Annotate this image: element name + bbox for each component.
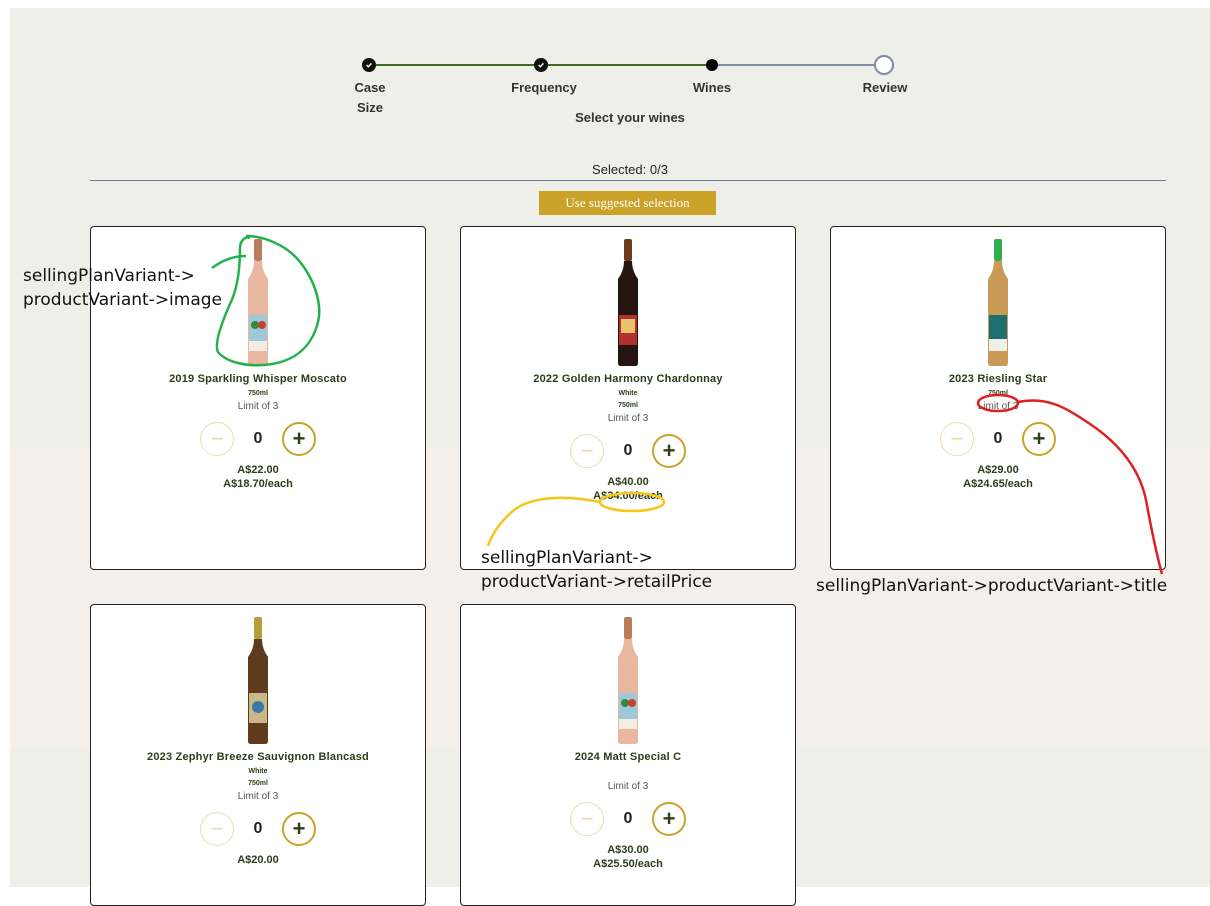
- divider: [90, 180, 1166, 181]
- quantity-stepper: − 0 +: [831, 422, 1165, 456]
- minus-icon: −: [210, 816, 224, 841]
- product-card: 2024 Matt Special C Limit of 3 − 0 + A$3…: [460, 604, 796, 906]
- quantity-value: 0: [623, 810, 633, 827]
- minus-icon: −: [580, 806, 594, 831]
- quantity-value: 0: [623, 442, 633, 459]
- product-title: 2023 Riesling Star: [948, 373, 1048, 385]
- step-subtitle: Select your wines: [575, 110, 685, 125]
- retail-price: A$20.00: [237, 854, 279, 866]
- decrease-quantity-button[interactable]: −: [570, 434, 604, 468]
- step-connector: [376, 64, 534, 66]
- product-limit: Limit of 3: [607, 781, 649, 792]
- price-each: A$34.00/each: [593, 490, 663, 502]
- step-frequency-check-icon[interactable]: [534, 58, 548, 72]
- product-limit: Limit of 3: [237, 401, 279, 412]
- decrease-quantity-button[interactable]: −: [200, 422, 234, 456]
- quantity-value: 0: [253, 820, 263, 837]
- increase-quantity-button[interactable]: +: [282, 422, 316, 456]
- product-card: 2022 Golden Harmony Chardonnay White 750…: [460, 226, 796, 570]
- product-title: 2023 Zephyr Breeze Sauvignon Blancasd: [147, 751, 369, 763]
- price-each: A$24.65/each: [963, 478, 1033, 490]
- product-size: 750ml: [248, 390, 268, 397]
- step-label-line: Size: [356, 100, 383, 115]
- quantity-stepper: − 0 +: [461, 434, 795, 468]
- use-suggested-selection-button[interactable]: Use suggested selection: [539, 191, 716, 215]
- decrease-quantity-button[interactable]: −: [200, 812, 234, 846]
- selected-count: Selected: 0/3: [592, 162, 668, 177]
- product-card: 2023 Riesling Star 750ml Limit of 3 − 0 …: [830, 226, 1166, 570]
- increase-quantity-button[interactable]: +: [652, 802, 686, 836]
- product-size: 750ml: [248, 780, 268, 787]
- annotation-line: sellingPlanVariant->: [23, 266, 195, 286]
- quantity-value: 0: [253, 430, 263, 447]
- plus-icon: +: [292, 816, 306, 841]
- decrease-quantity-button[interactable]: −: [570, 802, 604, 836]
- retail-price: A$22.00: [237, 464, 279, 476]
- annotation-title-label: sellingPlanVariant->productVariant->titl…: [816, 576, 1168, 596]
- decrease-quantity-button[interactable]: −: [940, 422, 974, 456]
- step-wines-current-dot: [706, 59, 718, 71]
- quantity-stepper: − 0 +: [91, 812, 425, 846]
- price-each: A$18.70/each: [223, 478, 293, 490]
- product-title: 2022 Golden Harmony Chardonnay: [533, 373, 723, 385]
- quantity-stepper: − 0 +: [461, 802, 795, 836]
- product-type: White: [618, 390, 638, 397]
- wine-bottle-image: [978, 237, 1018, 367]
- product-card: 2023 Zephyr Breeze Sauvignon Blancasd Wh…: [90, 604, 426, 906]
- annotation-price-label: sellingPlanVariant-> productVariant->ret…: [481, 546, 712, 594]
- wine-bottle-image: [238, 615, 278, 745]
- product-title: 2024 Matt Special C: [574, 751, 682, 763]
- quantity-stepper: − 0 +: [91, 422, 425, 456]
- increase-quantity-button[interactable]: +: [1022, 422, 1056, 456]
- step-connector: [718, 64, 876, 66]
- retail-price: A$29.00: [977, 464, 1019, 476]
- plus-icon: +: [292, 426, 306, 451]
- product-size: 750ml: [988, 390, 1008, 397]
- wine-bottle-image: [608, 237, 648, 367]
- step-case-size-check-icon[interactable]: [362, 58, 376, 72]
- price-each: A$25.50/each: [593, 858, 663, 870]
- product-limit: Limit of 3: [237, 791, 279, 802]
- annotation-line: productVariant->image: [23, 290, 223, 310]
- retail-price: A$30.00: [607, 844, 649, 856]
- step-label-line: Case: [354, 80, 386, 95]
- product-size: 750ml: [618, 402, 638, 409]
- annotation-line: sellingPlanVariant->: [481, 548, 653, 568]
- step-label-case-size[interactable]: Case Size: [340, 78, 400, 118]
- product-limit: Limit of 3: [607, 413, 649, 424]
- retail-price: A$40.00: [607, 476, 649, 488]
- annotation-line: productVariant->retailPrice: [481, 572, 713, 592]
- annotation-image-label: sellingPlanVariant-> productVariant->ima…: [23, 264, 222, 312]
- product-limit: Limit of 3: [977, 401, 1019, 412]
- step-label-frequency[interactable]: Frequency: [494, 78, 594, 98]
- plus-icon: +: [662, 438, 676, 463]
- wine-bottle-image: [608, 615, 648, 745]
- step-connector: [548, 64, 706, 66]
- plus-icon: +: [662, 806, 676, 831]
- step-label-wines[interactable]: Wines: [672, 78, 752, 98]
- step-review-empty-dot: [874, 55, 894, 75]
- increase-quantity-button[interactable]: +: [652, 434, 686, 468]
- increase-quantity-button[interactable]: +: [282, 812, 316, 846]
- minus-icon: −: [210, 426, 224, 451]
- step-label-review[interactable]: Review: [845, 78, 925, 98]
- minus-icon: −: [580, 438, 594, 463]
- plus-icon: +: [1032, 426, 1046, 451]
- minus-icon: −: [950, 426, 964, 451]
- product-title: 2019 Sparkling Whisper Moscato: [169, 373, 347, 385]
- product-type: White: [248, 768, 268, 775]
- wine-bottle-image: [238, 237, 278, 367]
- quantity-value: 0: [993, 430, 1003, 447]
